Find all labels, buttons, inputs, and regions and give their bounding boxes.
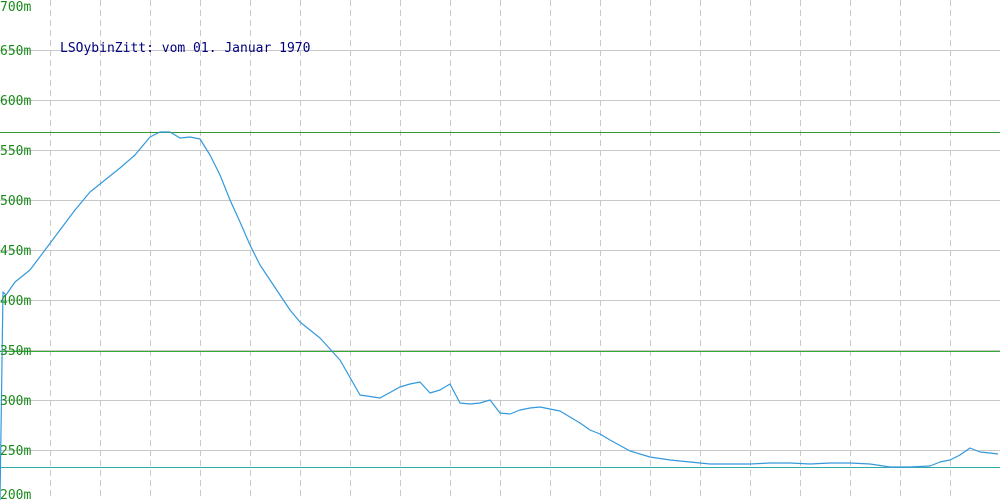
y-tick-label-10: 700m (0, 0, 31, 15)
y-tick-label-8: 600m (0, 94, 31, 109)
y-tick-label-7: 550m (0, 144, 31, 159)
y-tick-label-2: 300m (0, 394, 31, 409)
y-tick-label-5: 450m (0, 244, 31, 259)
elevation-chart: 200m 250m 300m 350m 400m 450m 500m 550m 600m 650m… (0, 0, 1000, 500)
y-tick-label-6: 500m (0, 194, 31, 209)
y-tick-label-3: 350m (0, 344, 31, 359)
y-tick-label-0: 200m (0, 488, 31, 500)
chart-title: LSOybinZitt: vom 01. Januar 1970 (60, 41, 310, 56)
y-tick-label-4: 400m (0, 294, 31, 309)
y-tick-label-9: 650m (0, 44, 31, 59)
y-tick-label-1: 250m (0, 444, 31, 459)
